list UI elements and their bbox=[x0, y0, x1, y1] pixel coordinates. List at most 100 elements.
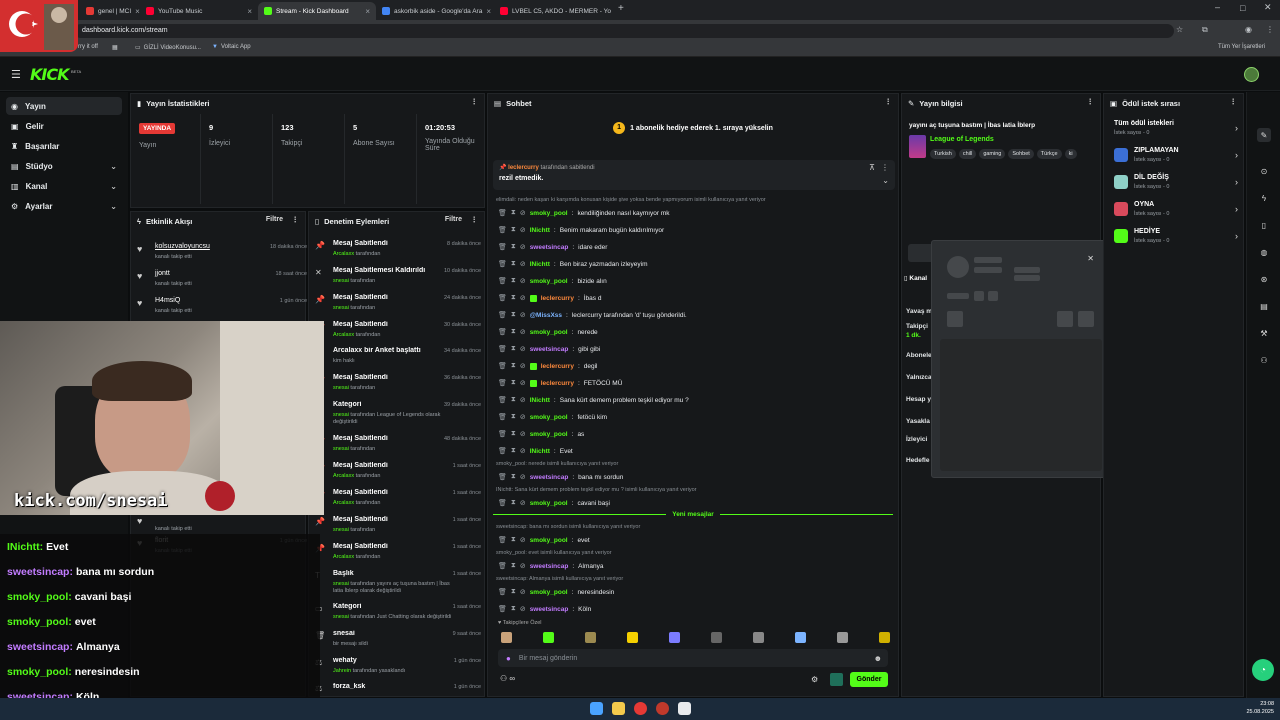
camera-icon[interactable]: ⊙ bbox=[1257, 164, 1271, 178]
kick-logo[interactable]: KICK bbox=[30, 65, 69, 84]
profile-icon[interactable]: ◉ bbox=[1245, 25, 1252, 34]
ban-icon[interactable]: ⊘ bbox=[520, 328, 526, 336]
pinned-message[interactable]: 📌 leclercurry tarafından sabitlendi rezi… bbox=[493, 160, 895, 190]
browser-tab[interactable]: YouTube Music × bbox=[140, 2, 258, 20]
activity-username[interactable]: jjontt bbox=[155, 270, 170, 277]
delete-message-icon[interactable]: 🗑 bbox=[498, 413, 507, 421]
url-input[interactable]: dashboard.kick.com/stream bbox=[74, 24, 1174, 38]
moderator-name[interactable]: snesai bbox=[333, 614, 349, 620]
activity-username[interactable]: kolsuzvaloyuncsu bbox=[155, 243, 210, 250]
moderator-name[interactable]: Arcalaxx bbox=[333, 332, 354, 338]
support-chat-button[interactable]: ◔ bbox=[1252, 659, 1274, 681]
chat-username[interactable]: smoky_pool bbox=[530, 278, 568, 285]
ban-icon[interactable]: ⊘ bbox=[520, 562, 526, 570]
chat-username[interactable]: INichtt bbox=[530, 448, 550, 455]
moderator-name[interactable]: snesai bbox=[333, 581, 349, 587]
chat-username[interactable]: smoky_pool bbox=[530, 210, 568, 217]
timeout-icon[interactable]: ⧗ bbox=[511, 605, 516, 613]
moderator-name[interactable]: Arcalaxx bbox=[333, 473, 354, 479]
emote-icon[interactable] bbox=[543, 632, 554, 643]
more-options-icon[interactable]: ⋮ bbox=[885, 97, 893, 106]
more-options-icon[interactable]: ⋮ bbox=[1230, 97, 1238, 106]
group-icon[interactable]: ⚇ bbox=[1257, 353, 1271, 367]
delete-message-icon[interactable]: 🗑 bbox=[498, 447, 507, 455]
browser-tab[interactable]: genel | MCI × bbox=[80, 2, 140, 20]
chat-tools-icon[interactable]: ⚇ ∞ bbox=[500, 674, 515, 683]
stream-tag[interactable]: ki bbox=[1064, 149, 1077, 159]
extensions-icon[interactable]: ⧉ bbox=[1202, 25, 1208, 35]
emote-icon[interactable] bbox=[830, 673, 843, 686]
ban-icon[interactable]: ⊘ bbox=[520, 345, 526, 353]
maximize-icon[interactable]: □ bbox=[1240, 3, 1245, 13]
chat-username[interactable]: smoky_pool bbox=[530, 414, 568, 421]
delete-message-icon[interactable]: 🗑 bbox=[498, 328, 507, 336]
timeout-icon[interactable]: ⧗ bbox=[511, 413, 516, 421]
stream-tag[interactable]: Turkish bbox=[930, 149, 956, 159]
timeout-icon[interactable]: ⧗ bbox=[511, 536, 516, 544]
reward-all[interactable]: Tüm ödül istekleri İstek sayısı - 0 › bbox=[1114, 118, 1238, 140]
chat-username[interactable]: sweetsincap bbox=[530, 474, 569, 481]
chat-username[interactable]: smoky_pool bbox=[530, 431, 568, 438]
timeout-icon[interactable]: ⧗ bbox=[511, 473, 516, 481]
timeout-icon[interactable]: ⧗ bbox=[511, 243, 516, 251]
moderator-name[interactable]: snesai bbox=[333, 385, 349, 391]
gift-sub-banner[interactable]: 1 1 abonelik hediye ederek 1. sıraya yük… bbox=[488, 116, 898, 140]
emote-icon[interactable] bbox=[837, 632, 848, 643]
emote-icon[interactable] bbox=[795, 632, 806, 643]
nav-item-yayin[interactable]: ◉ Yayın bbox=[6, 97, 122, 115]
delete-message-icon[interactable]: 🗑 bbox=[498, 260, 507, 268]
stream-tag[interactable]: chill bbox=[958, 149, 977, 159]
emote-icon[interactable] bbox=[501, 632, 512, 643]
nav-item-basarilar[interactable]: ♜ Başarılar bbox=[6, 137, 122, 155]
filter-button[interactable]: Filtre bbox=[266, 216, 283, 223]
apps-icon[interactable]: ▦ bbox=[112, 44, 118, 51]
ban-icon[interactable]: ⊘ bbox=[520, 396, 526, 404]
lightning-icon[interactable]: ϟ bbox=[1257, 191, 1271, 205]
ban-icon[interactable]: ⊘ bbox=[520, 605, 526, 613]
edit-icon[interactable]: ✎ bbox=[1257, 128, 1271, 142]
moderator-name[interactable]: Arcalaxx bbox=[333, 500, 354, 506]
more-options-icon[interactable]: ⋮ bbox=[471, 215, 479, 224]
ban-icon[interactable]: ⊘ bbox=[520, 243, 526, 251]
ban-icon[interactable]: ⊘ bbox=[520, 260, 526, 268]
microphone-icon[interactable]: ● bbox=[506, 654, 511, 663]
reward-item[interactable]: ZIPLAMAYAN İstek sayısı - 0 › bbox=[1114, 145, 1238, 167]
app-icon[interactable] bbox=[656, 702, 669, 715]
all-bookmarks[interactable]: Tüm Yer İşaretleri bbox=[1218, 44, 1265, 50]
bookmark-item[interactable]: rry it off bbox=[78, 44, 98, 50]
timeout-icon[interactable]: ⧗ bbox=[511, 328, 516, 336]
chat-username[interactable]: leclercurry bbox=[541, 295, 574, 302]
chat-username[interactable]: sweetsincap bbox=[530, 606, 569, 613]
ban-icon[interactable]: ⊘ bbox=[520, 536, 526, 544]
hamburger-menu-icon[interactable]: ☰ bbox=[11, 68, 21, 81]
timeout-icon[interactable]: ⧗ bbox=[511, 447, 516, 455]
chevron-down-icon[interactable]: ⌄ bbox=[882, 176, 889, 185]
ban-icon[interactable]: ⊘ bbox=[520, 588, 526, 596]
chat-username[interactable]: smoky_pool bbox=[530, 500, 568, 507]
stream-tag[interactable]: Sohbet bbox=[1008, 149, 1034, 159]
moderator-name[interactable]: snesai bbox=[333, 305, 349, 311]
ban-icon[interactable]: ⊘ bbox=[520, 294, 526, 302]
stream-tag[interactable]: Türkçe bbox=[1036, 149, 1062, 159]
user-avatar[interactable] bbox=[1244, 67, 1259, 82]
timeout-icon[interactable]: ⧗ bbox=[511, 499, 516, 507]
chat-username[interactable]: smoky_pool bbox=[530, 589, 568, 596]
more-options-icon[interactable]: ⋮ bbox=[471, 97, 479, 106]
delete-message-icon[interactable]: 🗑 bbox=[498, 562, 507, 570]
chat-bubble-icon[interactable]: ◍ bbox=[1257, 245, 1271, 259]
timeout-icon[interactable]: ⧗ bbox=[511, 209, 516, 217]
browser-tab[interactable]: LVBEL C5, AKDO - MERMER - Yo× bbox=[494, 2, 612, 20]
activity-username[interactable]: H4msiQ bbox=[155, 297, 180, 304]
moderator-name[interactable]: Arcalaxx bbox=[333, 251, 354, 257]
bookmark-item[interactable]: ▭ GİZLİ VideoKonusu... bbox=[135, 44, 201, 52]
close-window-icon[interactable]: ✕ bbox=[1264, 2, 1272, 13]
timeout-icon[interactable]: ⧗ bbox=[511, 345, 516, 353]
stream-tag[interactable]: gaming bbox=[979, 149, 1006, 159]
unpin-icon[interactable]: ⊼ bbox=[869, 163, 875, 172]
chat-username[interactable]: INichtt bbox=[530, 397, 550, 404]
connections-icon[interactable]: ⊛ bbox=[1257, 272, 1271, 286]
delete-message-icon[interactable]: 🗑 bbox=[498, 396, 507, 404]
more-options-icon[interactable]: ⋮ bbox=[292, 215, 300, 224]
chat-username[interactable]: sweetsincap bbox=[530, 346, 569, 353]
ban-icon[interactable]: ⊘ bbox=[520, 277, 526, 285]
